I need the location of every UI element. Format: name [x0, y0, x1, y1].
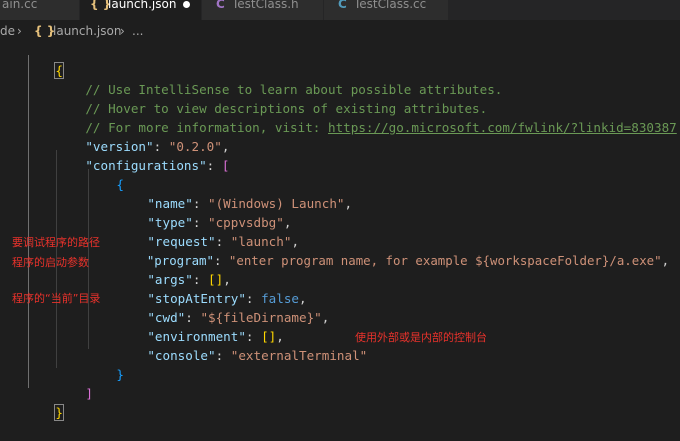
root-brace-close: }	[54, 404, 64, 421]
code-line-17: }	[86, 346, 124, 382]
cpp-file-icon: C	[338, 0, 347, 11]
code-line-5: "version": "0.2.0",	[85, 139, 230, 154]
chevron-right-icon: ›	[17, 24, 22, 38]
json-key: "console"	[147, 348, 216, 363]
code-line-14: "cwd": "${fileDirname}",	[147, 310, 330, 325]
tab-label: ain.cc	[2, 0, 38, 11]
breadcrumb: de › { } launch.json › ...	[0, 20, 680, 42]
fwlink-url[interactable]: https://go.microsoft.com/fwlink/?linkid=…	[328, 120, 677, 135]
c-file-icon: C	[216, 0, 225, 11]
array-bracket-close: ]	[85, 386, 93, 401]
code-line-6: "configurations": [	[85, 158, 230, 173]
code-line-19: }	[24, 384, 64, 421]
code-line-12: "args": [],	[147, 272, 231, 287]
tab-launch-json[interactable]: { } launch.json	[80, 0, 202, 20]
annotation-program-path: 要调试程序的路径	[12, 236, 100, 249]
code-line-18: ]	[55, 365, 93, 401]
tab-testclass-h[interactable]: C TestClass.h	[202, 0, 324, 20]
unsaved-changes-dot-icon[interactable]	[183, 1, 190, 8]
tab-bar: ain.cc { } launch.json C TestClass.h C T…	[0, 0, 680, 20]
tab-testclass-cc[interactable]: C TestClass.cc	[324, 0, 449, 20]
code-line-9: "type": "cppvsdbg",	[147, 215, 292, 230]
annotation-args: 程序的启动参数	[12, 256, 89, 269]
code-line-13: "stopAtEntry": false,	[147, 291, 307, 306]
tab-label: TestClass.h	[232, 0, 299, 11]
array-bracket-open: [	[221, 158, 230, 173]
code-line-7: {	[86, 156, 124, 192]
annotation-cwd: 程序的“当前”目录	[12, 292, 101, 305]
code-line-15: "environment": [],	[147, 329, 284, 344]
code-line-11: "program": "enter program name, for exam…	[146, 253, 670, 268]
code-line-10: "request": "launch",	[147, 234, 300, 249]
code-line-3: // Hover to view descriptions of existin…	[55, 80, 487, 116]
annotation-console: 使用外部或是内部的控制台	[355, 331, 487, 344]
code-line-2: // Use IntelliSense to learn about possi…	[55, 61, 502, 97]
code-line-8: "name": "(Windows) Launch",	[147, 196, 353, 211]
code-line-1: {	[24, 42, 64, 79]
active-indent-guide	[28, 55, 29, 388]
breadcrumb-file[interactable]: launch.json	[53, 24, 121, 38]
code-line-16: "console": "externalTerminal"	[147, 348, 368, 363]
tab-label: TestClass.cc	[354, 0, 427, 11]
object-brace-close: }	[116, 367, 124, 382]
breadcrumb-folder[interactable]: de	[0, 24, 15, 38]
chevron-right-icon: ›	[120, 24, 125, 38]
tab-label: launch.json	[108, 0, 177, 11]
json-string: "enter program name, for example ${works…	[228, 253, 662, 268]
breadcrumb-more[interactable]: ...	[132, 24, 143, 38]
tab-main-cc[interactable]: ain.cc	[0, 0, 80, 20]
code-line-4: // For more information, visit: https://…	[55, 99, 676, 135]
code-editor[interactable]: { // Use IntelliSense to learn about pos…	[0, 42, 680, 421]
json-string: "externalTerminal"	[230, 348, 368, 363]
